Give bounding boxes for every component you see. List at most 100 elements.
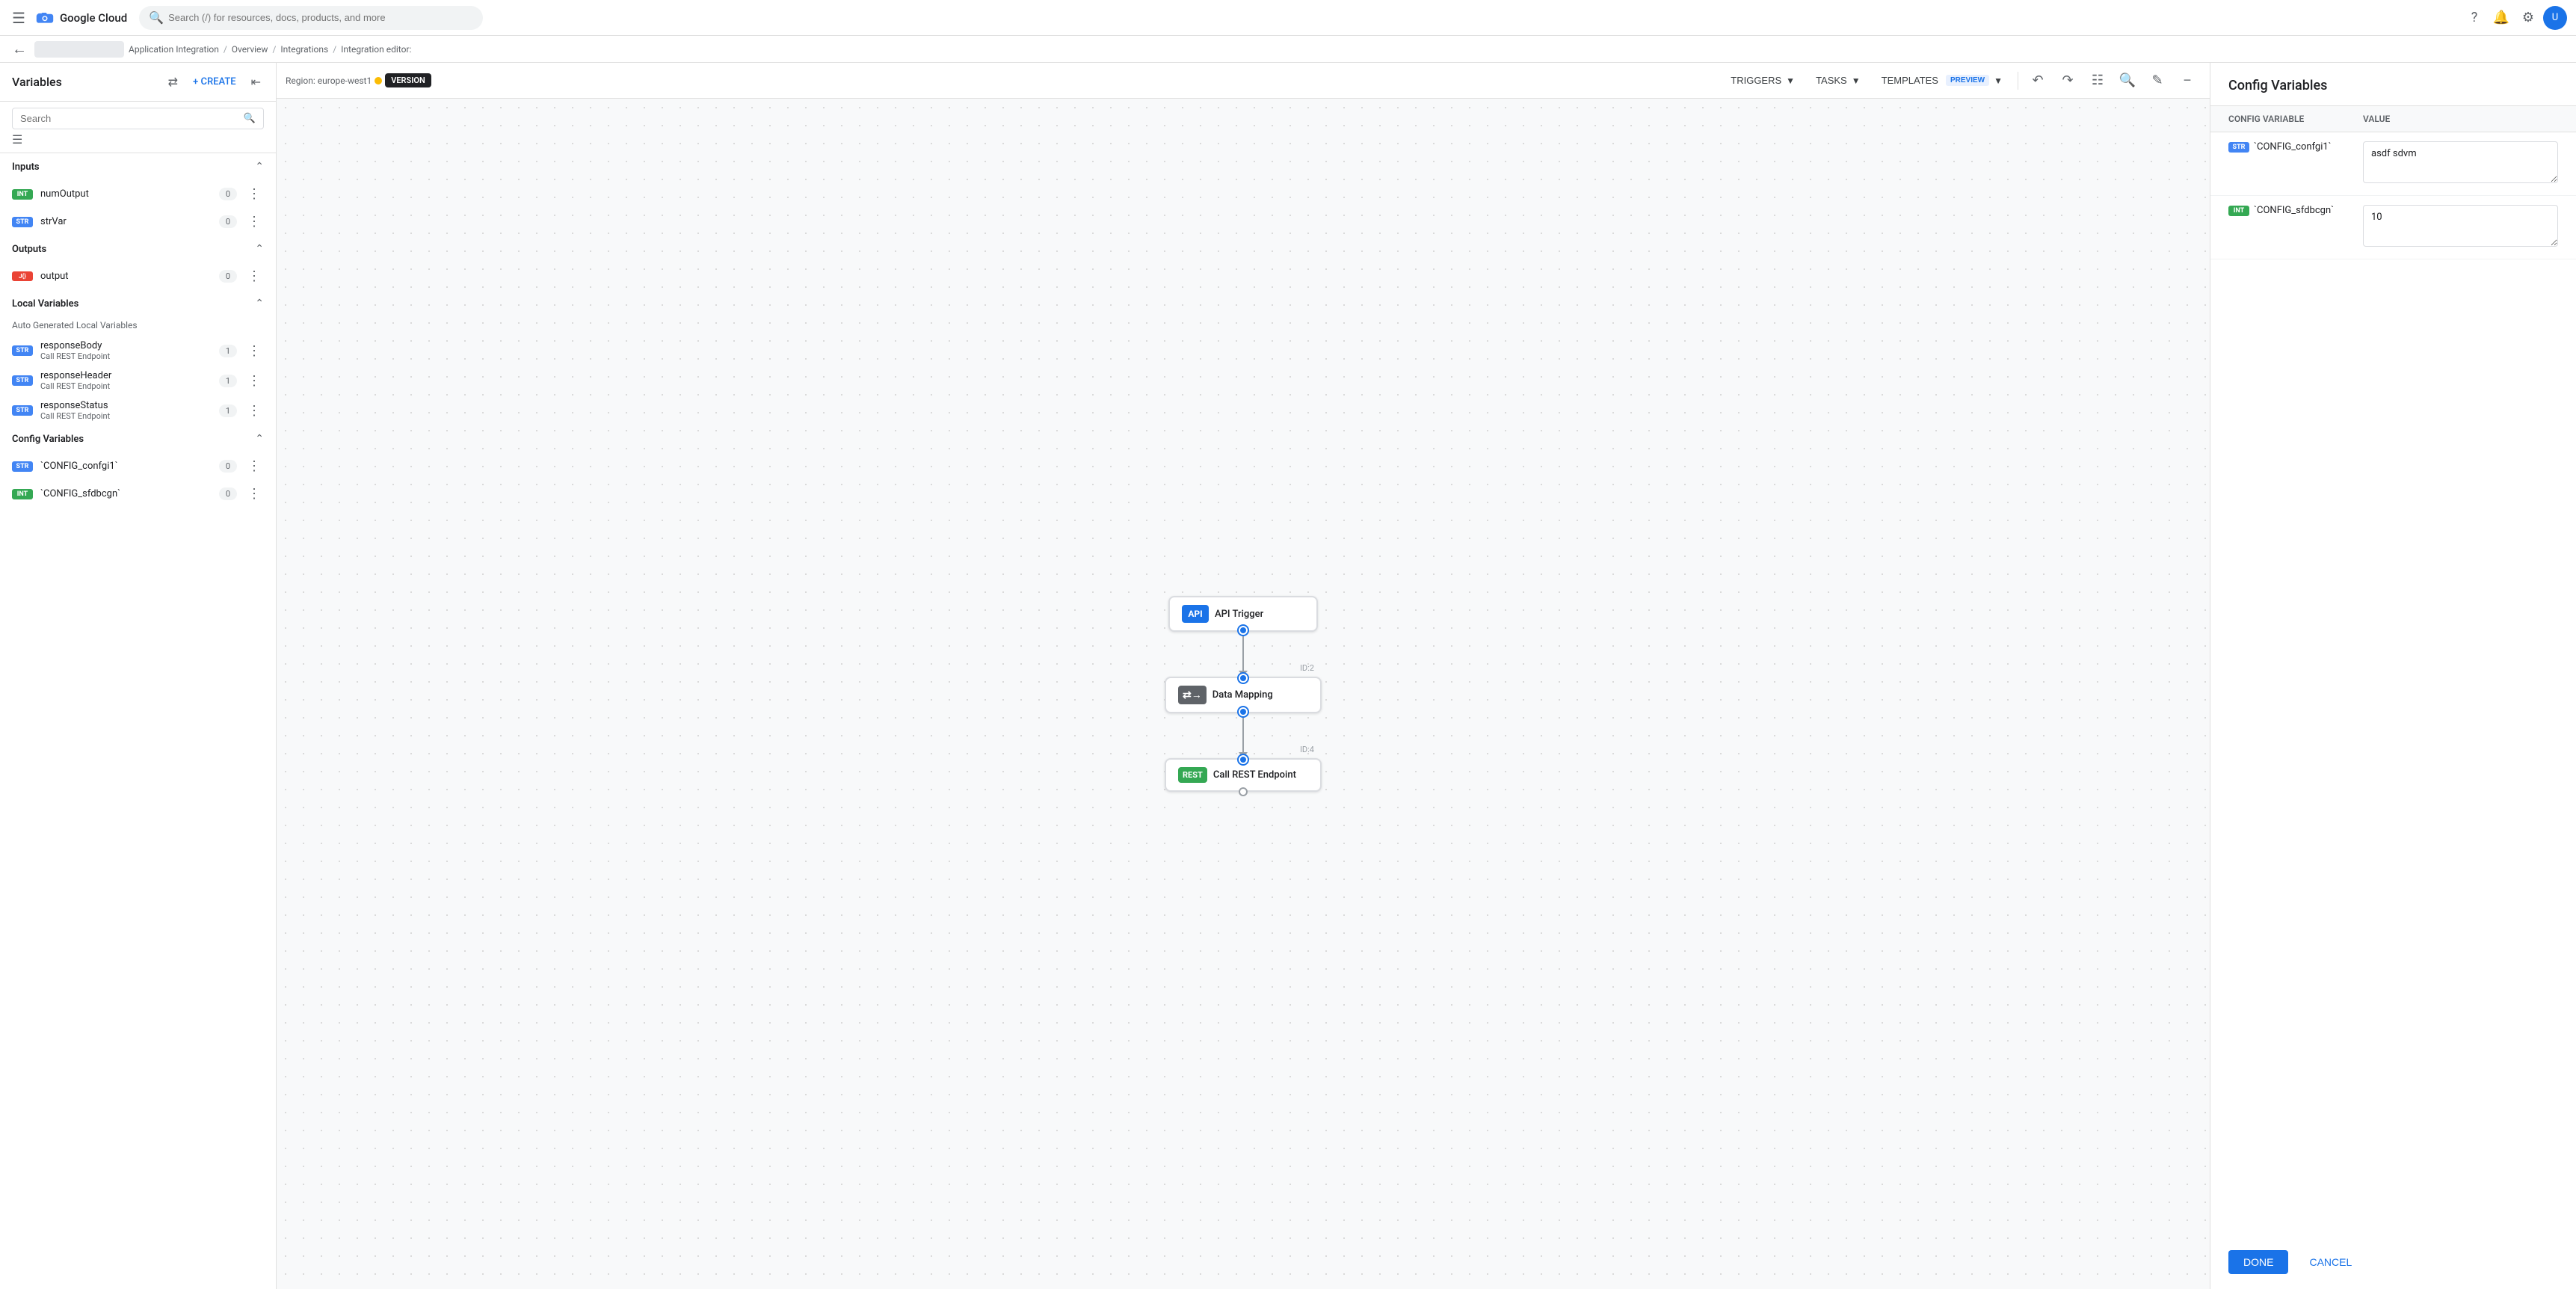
canvas-content: API API Trigger ID:2 ⇄→ Data Mapping: [277, 99, 2210, 1289]
kebab-menu-icon[interactable]: ⋮: [244, 267, 264, 286]
tasks-button[interactable]: TASKS ▼: [1807, 70, 1870, 90]
avatar[interactable]: U: [2543, 6, 2567, 30]
col-value: Value: [2363, 114, 2558, 124]
list-item[interactable]: INT numOutput 0 ⋮: [0, 180, 276, 208]
edit-button[interactable]: ✎: [2144, 67, 2171, 94]
kebab-menu-icon[interactable]: ⋮: [244, 457, 264, 476]
list-item[interactable]: STR responseHeader Call REST Endpoint 1 …: [0, 366, 276, 396]
search-section: 🔍 ☰: [0, 102, 276, 153]
node-id-label: ID:2: [1300, 663, 1314, 673]
kebab-menu-icon[interactable]: ⋮: [244, 484, 264, 503]
type-badge-str: STR: [12, 345, 33, 356]
api-trigger-node[interactable]: API API Trigger: [1168, 596, 1318, 632]
kebab-menu-icon[interactable]: ⋮: [244, 185, 264, 203]
flow-line: [1242, 632, 1244, 671]
type-badge-str: STR: [2228, 142, 2249, 153]
settings-icon[interactable]: ⚙: [2516, 6, 2540, 30]
config-var-input-2: 10: [2363, 205, 2558, 250]
type-badge-str: STR: [12, 217, 33, 227]
rest-icon: REST: [1178, 767, 1207, 783]
node-endpoint-circle: [1239, 787, 1248, 796]
list-item[interactable]: INT `CONFIG_sfdbcgn` 0 ⋮: [0, 480, 276, 508]
local-section-header[interactable]: Local Variables ⌃: [0, 290, 276, 317]
left-panel: Variables ⇄ + CREATE ⇤ 🔍 ☰ Inputs ⌃ INT …: [0, 63, 277, 1289]
inputs-section-header[interactable]: Inputs ⌃: [0, 153, 276, 180]
type-badge-json: J{}: [12, 271, 33, 281]
inputs-chevron-icon: ⌃: [255, 161, 264, 173]
node-connector-bottom: [1239, 707, 1248, 716]
kebab-menu-icon[interactable]: ⋮: [244, 342, 264, 360]
config-table-header: Config Variable Value: [2210, 106, 2576, 132]
google-cloud-text: Google Cloud: [60, 11, 127, 25]
right-panel: Config Variables Config Variable Value S…: [2210, 63, 2576, 1289]
zoom-button[interactable]: 🔍: [2114, 67, 2141, 94]
node-connector-top: [1239, 755, 1248, 764]
triggers-button[interactable]: TRIGGERS ▼: [1722, 70, 1804, 90]
canvas-area: Region: europe-west1 VERSION TRIGGERS ▼ …: [277, 63, 2210, 1289]
tasks-chevron-icon: ▼: [1852, 76, 1861, 86]
version-badge: VERSION: [385, 73, 431, 87]
breadcrumb-item-integrations[interactable]: Integrations: [280, 44, 328, 55]
search-input-wrapper[interactable]: 🔍: [12, 108, 264, 129]
breadcrumb-item-overview[interactable]: Overview: [232, 44, 268, 55]
config-var-name-1: STR `CONFIG_confgi1`: [2228, 141, 2354, 153]
redo-button[interactable]: ↷: [2054, 67, 2081, 94]
config-row: STR `CONFIG_confgi1` asdf sdvm: [2210, 132, 2576, 196]
undo-button[interactable]: ↶: [2024, 67, 2051, 94]
top-search-input[interactable]: [168, 12, 473, 23]
node-connector-top: [1239, 674, 1248, 683]
menu-icon[interactable]: ☰: [9, 6, 28, 30]
top-search-bar[interactable]: 🔍: [139, 6, 483, 30]
node-connector-bottom: [1239, 626, 1248, 635]
config-table: Config Variable Value STR `CONFIG_confgi…: [2210, 106, 2576, 1235]
layout-button[interactable]: ☷: [2084, 67, 2111, 94]
list-item[interactable]: STR responseStatus Call REST Endpoint 1 …: [0, 396, 276, 425]
search-icon: 🔍: [244, 113, 256, 124]
list-item[interactable]: J{} output 0 ⋮: [0, 262, 276, 290]
status-dot: [375, 77, 382, 84]
kebab-menu-icon[interactable]: ⋮: [244, 212, 264, 231]
templates-button[interactable]: TEMPLATES PREVIEW ▼: [1873, 70, 2012, 90]
help-icon[interactable]: ?: [2462, 6, 2486, 30]
right-panel-header: Config Variables: [2210, 63, 2576, 106]
list-item[interactable]: STR `CONFIG_confgi1` 0 ⋮: [0, 452, 276, 480]
templates-chevron-icon: ▼: [1994, 76, 2003, 86]
breadcrumb: ← Application Integration / Overview / I…: [0, 36, 2576, 63]
create-button[interactable]: + CREATE: [187, 73, 242, 90]
back-button[interactable]: ←: [9, 37, 30, 61]
config-section-header[interactable]: Config Variables ⌃: [0, 425, 276, 452]
data-mapping-node[interactable]: ID:2 ⇄→ Data Mapping: [1165, 677, 1322, 713]
kebab-menu-icon[interactable]: ⋮: [244, 372, 264, 390]
config-chevron-icon: ⌃: [255, 433, 264, 445]
main-layout: Variables ⇄ + CREATE ⇤ 🔍 ☰ Inputs ⌃ INT …: [0, 63, 2576, 1289]
flow-container: API API Trigger ID:2 ⇄→ Data Mapping: [1165, 596, 1322, 792]
integration-name: [34, 41, 124, 58]
minus-button[interactable]: −: [2174, 67, 2201, 94]
variables-search-input[interactable]: [20, 113, 238, 124]
breadcrumb-item-appintegration[interactable]: Application Integration: [129, 44, 219, 55]
data-mapping-icon: ⇄→: [1178, 686, 1207, 704]
cancel-button[interactable]: CANCEL: [2297, 1250, 2364, 1274]
string-value-textarea[interactable]: asdf sdvm: [2363, 141, 2558, 183]
filter-icon[interactable]: ☰: [12, 132, 22, 147]
rest-endpoint-node[interactable]: ID:4 REST Call REST Endpoint: [1165, 758, 1322, 792]
region-text: Region: europe-west1: [286, 76, 372, 86]
right-panel-title: Config Variables: [2228, 78, 2558, 93]
type-badge-int: INT: [12, 189, 33, 200]
done-button[interactable]: DONE: [2228, 1250, 2288, 1274]
type-badge-int: INT: [2228, 206, 2249, 216]
config-var-input-1: asdf sdvm: [2363, 141, 2558, 186]
swap-icon[interactable]: ⇄: [165, 72, 181, 92]
list-item[interactable]: STR strVar 0 ⋮: [0, 208, 276, 236]
kebab-menu-icon[interactable]: ⋮: [244, 402, 264, 420]
top-bar-actions: ? 🔔 ⚙ U: [2462, 6, 2567, 30]
variables-list: Inputs ⌃ INT numOutput 0 ⋮ STR strVar 0 …: [0, 153, 276, 1289]
notifications-icon[interactable]: 🔔: [2489, 6, 2513, 30]
outputs-section-header[interactable]: Outputs ⌃: [0, 236, 276, 262]
triggers-chevron-icon: ▼: [1786, 76, 1795, 86]
list-item[interactable]: STR responseBody Call REST Endpoint 1 ⋮: [0, 336, 276, 366]
preview-badge: PREVIEW: [1946, 75, 1989, 86]
collapse-panel-icon[interactable]: ⇤: [248, 72, 264, 92]
integer-value-textarea[interactable]: 10: [2363, 205, 2558, 247]
canvas-toolbar: Region: europe-west1 VERSION TRIGGERS ▼ …: [277, 63, 2210, 99]
